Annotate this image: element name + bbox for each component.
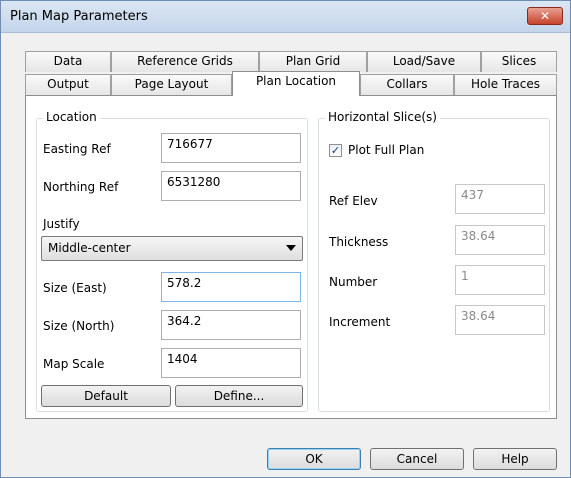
plot-full-plan-label: Plot Full Plan	[348, 143, 425, 157]
tab-data[interactable]: Data	[25, 51, 111, 72]
northing-ref-field[interactable]: 6531280	[161, 171, 301, 201]
easting-ref-label: Easting Ref	[43, 142, 111, 156]
easting-ref-field[interactable]: 716677	[161, 133, 301, 163]
help-button[interactable]: Help	[473, 448, 557, 470]
number-field[interactable]: 1	[455, 265, 545, 295]
size-north-label: Size (North)	[43, 319, 115, 333]
size-north-field[interactable]: 364.2	[161, 310, 301, 340]
thickness-label: Thickness	[329, 235, 389, 249]
window-title: Plan Map Parameters	[10, 9, 148, 24]
tab-plan-grid[interactable]: Plan Grid	[259, 51, 367, 72]
ok-button[interactable]: OK	[267, 448, 361, 470]
justify-select-value: Middle-center	[48, 241, 131, 255]
tab-collars[interactable]: Collars	[360, 74, 454, 95]
ref-elev-label: Ref Elev	[329, 194, 378, 208]
horizontal-slices-group-title: Horizontal Slice(s)	[325, 110, 440, 124]
ref-elev-field[interactable]: 437	[455, 184, 545, 214]
horizontal-slices-group: Horizontal Slice(s) ✓ Plot Full Plan Ref…	[318, 110, 550, 412]
tab-output[interactable]: Output	[25, 74, 111, 95]
tab-hole-traces[interactable]: Hole Traces	[454, 74, 557, 95]
number-label: Number	[329, 275, 378, 289]
plot-full-plan-checkbox[interactable]: ✓	[329, 144, 342, 157]
justify-label: Justify	[43, 217, 80, 231]
size-east-label: Size (East)	[43, 281, 107, 295]
plan-location-panel: Location Easting Ref 716677 Northing Ref…	[25, 95, 557, 419]
location-group-title: Location	[43, 110, 100, 124]
title-bar: Plan Map Parameters ✕	[1, 1, 570, 33]
size-east-field[interactable]: 578.2	[161, 272, 301, 302]
justify-select[interactable]: Middle-center	[41, 236, 303, 261]
increment-label: Increment	[329, 315, 391, 329]
dialog-window: Plan Map Parameters ✕ Data Reference Gri…	[0, 0, 571, 478]
chevron-down-icon	[286, 245, 296, 251]
cancel-button[interactable]: Cancel	[370, 448, 464, 470]
define-button[interactable]: Define...	[175, 385, 303, 407]
map-scale-field[interactable]: 1404	[161, 348, 301, 378]
thickness-field[interactable]: 38.64	[455, 225, 545, 255]
northing-ref-label: Northing Ref	[43, 180, 119, 194]
increment-field[interactable]: 38.64	[455, 305, 545, 335]
map-scale-label: Map Scale	[43, 357, 105, 371]
tab-plan-location[interactable]: Plan Location	[232, 71, 360, 96]
tab-page-layout[interactable]: Page Layout	[111, 74, 232, 95]
default-button[interactable]: Default	[41, 385, 171, 407]
location-group: Location Easting Ref 716677 Northing Ref…	[36, 110, 308, 412]
tab-load-save[interactable]: Load/Save	[367, 51, 481, 72]
tab-slices[interactable]: Slices	[481, 51, 557, 72]
tab-reference-grids[interactable]: Reference Grids	[111, 51, 259, 72]
close-icon[interactable]: ✕	[527, 7, 563, 25]
